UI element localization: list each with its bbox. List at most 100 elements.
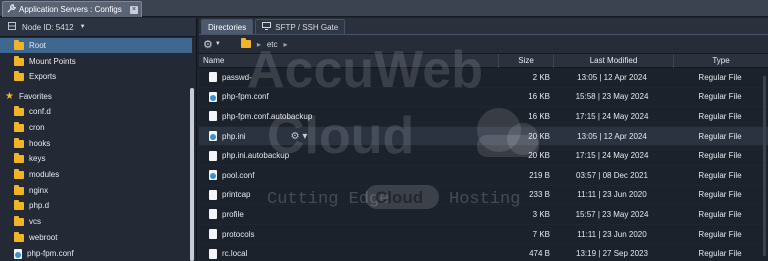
config-file-icon — [209, 170, 217, 181]
folder-icon — [14, 39, 24, 50]
path-toolbar: ⚙ ▼ ▸ etc ▸ — [199, 35, 768, 54]
file-modified: 17:15 | 24 May 2024 — [575, 151, 649, 161]
favorite-item-label: webroot — [29, 233, 58, 242]
file-name: rc.local — [222, 249, 248, 259]
file-modified: 11:11 | 23 Jun 2020 — [577, 229, 647, 239]
favorite-item-vcs[interactable]: vcs — [0, 214, 192, 229]
file-type: Regular File — [698, 92, 742, 102]
folder-icon — [14, 215, 24, 226]
file-size: 16 KB — [528, 92, 550, 102]
server-icon — [8, 22, 16, 32]
file-name: profile — [222, 209, 244, 219]
folder-icon — [14, 121, 24, 132]
tab-sftp-ssh-gate[interactable]: SFTP / SSH Gate — [255, 19, 346, 34]
file-size: 20 KB — [528, 131, 550, 141]
column-header-type[interactable]: Type — [674, 54, 768, 68]
favorite-item-modules[interactable]: modules — [0, 167, 192, 182]
file-type: Regular File — [698, 190, 742, 200]
tab-application-servers-configs[interactable]: Application Servers : Configs × — [2, 1, 142, 17]
column-header-size[interactable]: Size — [499, 53, 554, 68]
favorite-item-label: php-fpm.conf — [27, 249, 74, 258]
file-icon — [209, 248, 217, 259]
breadcrumb-item[interactable]: etc — [267, 40, 278, 49]
file-size: 16 KB — [528, 111, 550, 121]
tree-item-mount-points[interactable]: Mount Points — [0, 54, 192, 69]
file-modified: 11:11 | 23 Jun 2020 — [577, 190, 647, 200]
table-row[interactable]: passwd- 2 KB 13:05 | 12 Apr 2024 Regular… — [199, 68, 768, 88]
file-table-body: passwd- 2 KB 13:05 | 12 Apr 2024 Regular… — [199, 68, 768, 261]
favorite-item-keys[interactable]: keys — [0, 151, 192, 166]
table-row[interactable]: php.ini.autobackup 20 KB 17:15 | 24 May … — [199, 146, 768, 166]
table-row[interactable]: pool.conf 219 B 03:57 | 08 Dec 2021 Regu… — [199, 166, 768, 186]
chevron-down-icon[interactable]: ▼ — [80, 24, 86, 30]
folder-icon — [14, 152, 24, 163]
folder-icon — [14, 168, 24, 179]
favorites-header[interactable]: ★ Favorites — [0, 89, 192, 104]
file-size: 219 B — [529, 170, 550, 180]
file-name: php-fpm.conf.autobackup — [222, 111, 313, 121]
file-name: pool.conf — [222, 170, 255, 180]
table-row[interactable]: profile 3 KB 15:57 | 23 May 2024 Regular… — [199, 205, 768, 225]
table-row[interactable]: printcap 233 B 11:11 | 23 Jun 2020 Regul… — [199, 186, 768, 206]
file-type: Regular File — [698, 72, 742, 82]
favorite-item-webroot[interactable]: webroot — [0, 230, 192, 245]
chevron-down-icon[interactable]: ▼ — [215, 41, 221, 47]
file-table-header: Name Size Last Modified Type — [199, 53, 768, 68]
file-size: 7 KB — [532, 229, 550, 239]
tree-item-label: Mount Points — [29, 57, 76, 66]
file-type: Regular File — [698, 131, 742, 141]
window-title-bar: Application Servers : Configs × — [0, 0, 768, 17]
right-scrollbar[interactable] — [763, 76, 766, 256]
favorite-item-label: keys — [29, 154, 46, 163]
favorite-item-php-d[interactable]: php.d — [0, 198, 192, 213]
file-modified: 03:57 | 08 Dec 2021 — [576, 170, 648, 180]
close-icon[interactable]: × — [130, 5, 138, 14]
table-row[interactable]: php.ini ⚙ ▾ 20 KB 13:05 | 12 Apr 2024 Reg… — [199, 126, 768, 147]
favorite-item-cron[interactable]: cron — [0, 120, 192, 135]
favorite-item-php-fpm-conf[interactable]: php-fpm.conf — [0, 246, 192, 261]
file-modified: 15:58 | 23 May 2024 — [575, 92, 649, 102]
file-size: 3 KB — [532, 209, 550, 219]
file-icon — [209, 150, 217, 161]
favorite-item-nginx[interactable]: nginx — [0, 183, 192, 198]
folder-icon[interactable] — [240, 38, 251, 48]
favorite-item-hooks[interactable]: hooks — [0, 136, 192, 151]
favorite-item-label: hooks — [29, 139, 51, 148]
file-icon — [209, 111, 217, 122]
left-scrollbar[interactable] — [190, 88, 194, 261]
favorite-item-label: cron — [29, 123, 45, 132]
tree-item-label: Root — [29, 41, 46, 50]
table-row[interactable]: rc.local 474 B 13:19 | 27 Sep 2023 Regul… — [199, 244, 768, 261]
tab-directories[interactable]: Directories — [201, 19, 254, 34]
gear-icon[interactable]: ⚙ — [203, 38, 213, 51]
file-icon — [209, 72, 217, 83]
column-header-modified[interactable]: Last Modified — [554, 53, 674, 68]
config-file-icon — [14, 248, 22, 259]
file-name: php-fpm.conf — [222, 92, 269, 102]
table-row[interactable]: php-fpm.conf 16 KB 15:58 | 23 May 2024 R… — [199, 88, 768, 108]
wrench-icon — [7, 4, 16, 15]
file-modified: 13:19 | 27 Sep 2023 — [576, 249, 648, 259]
gear-icon[interactable]: ⚙ ▾ — [291, 131, 308, 142]
file-modified: 17:15 | 24 May 2024 — [575, 111, 649, 121]
tree-item-root[interactable]: Root — [0, 38, 192, 53]
folder-icon — [14, 184, 24, 195]
tree-item-exports[interactable]: Exports — [0, 69, 192, 84]
file-modified: 13:05 | 12 Apr 2024 — [577, 72, 647, 82]
column-header-name[interactable]: Name — [199, 53, 499, 68]
file-type: Regular File — [698, 111, 742, 121]
node-selector[interactable]: Node ID: 5412 ▼ — [0, 18, 196, 37]
tree-item-label: Exports — [29, 72, 57, 81]
browser-tabs: Directories SFTP / SSH Gate — [199, 18, 768, 35]
file-name: php.ini — [222, 131, 246, 141]
file-size: 2 KB — [532, 72, 550, 82]
file-modified: 15:57 | 23 May 2024 — [575, 209, 649, 219]
table-row[interactable]: protocols 7 KB 11:11 | 23 Jun 2020 Regul… — [199, 225, 768, 245]
folder-link-icon — [14, 70, 24, 81]
favorite-item-conf-d[interactable]: conf.d — [0, 104, 192, 119]
table-row[interactable]: php-fpm.conf.autobackup 16 KB 17:15 | 24… — [199, 107, 768, 127]
favorite-item-label: php.d — [29, 201, 50, 210]
favorite-item-label: modules — [29, 170, 60, 179]
file-browser-panel: Directories SFTP / SSH Gate ⚙ ▼ ▸ etc ▸ … — [199, 18, 768, 261]
file-type: Regular File — [698, 229, 742, 239]
